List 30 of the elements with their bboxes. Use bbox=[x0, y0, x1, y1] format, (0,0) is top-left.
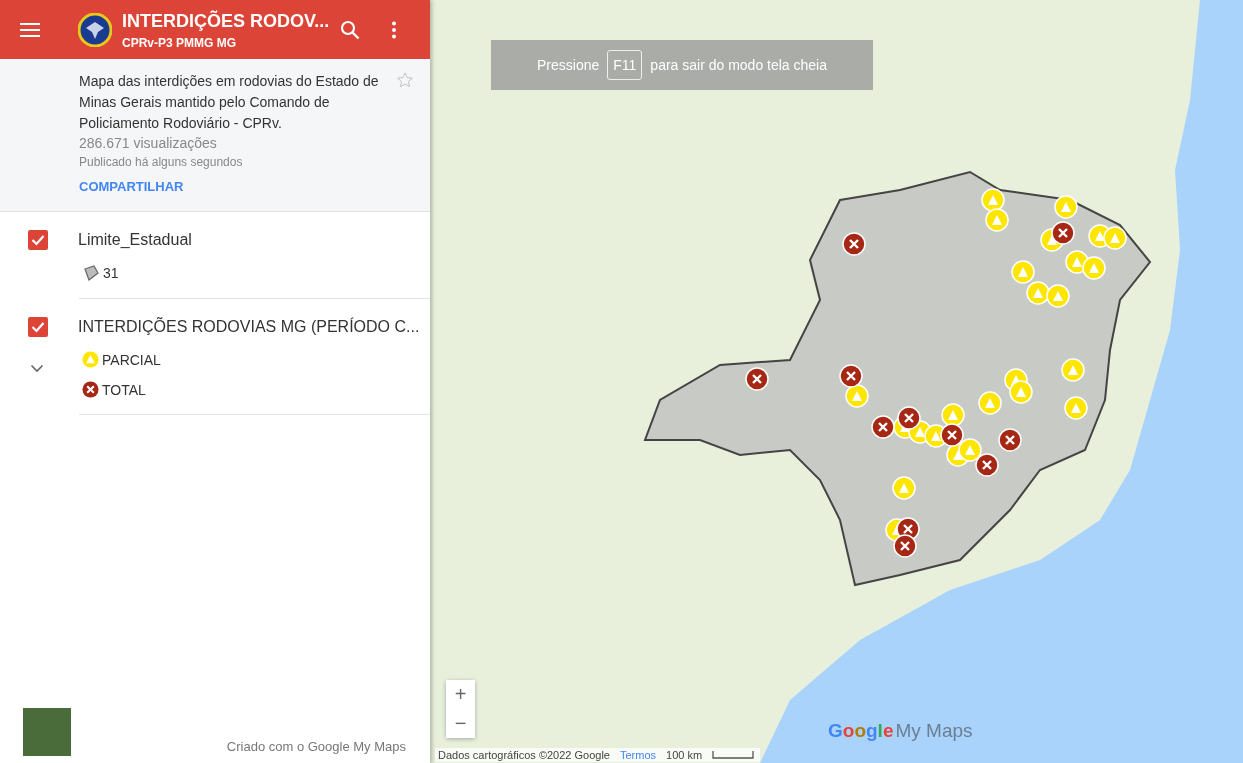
layer-name: Limite_Estadual bbox=[78, 231, 192, 249]
map-title: INTERDIÇÕES RODOV... bbox=[122, 9, 330, 33]
created-with-text: Criado com o Google My Maps bbox=[226, 739, 406, 754]
zoom-in-button[interactable]: + bbox=[446, 680, 475, 709]
layer-checkbox[interactable] bbox=[28, 230, 48, 250]
zoom-out-button[interactable]: − bbox=[446, 709, 475, 738]
cross-marker-icon bbox=[82, 381, 99, 398]
attribution-text: Dados cartográficos ©2022 Google bbox=[438, 749, 610, 761]
key-label: F11 bbox=[607, 50, 643, 80]
scale-label: 100 km bbox=[666, 749, 703, 761]
chevron-icon[interactable] bbox=[30, 364, 44, 373]
layer-checkbox[interactable] bbox=[28, 317, 48, 337]
legend-label: 31 bbox=[103, 265, 119, 281]
my-maps-logo: Google My Maps bbox=[828, 720, 973, 742]
share-link[interactable]: COMPARTILHAR bbox=[79, 179, 184, 194]
legend-label: TOTAL bbox=[102, 381, 146, 398]
layer-name: INTERDIÇÕES RODOVIAS MG (PERÍODO C... bbox=[78, 318, 420, 336]
warning-marker-icon bbox=[82, 351, 99, 368]
map-description: Mapa das interdições em rodovias do Estado de Minas Gerais mantido pelo Comando de Policiamento Rodoviário - CPRv. bbox=[79, 72, 380, 133]
polygon-icon bbox=[82, 264, 100, 282]
view-count: 286.671 visualizações bbox=[79, 135, 218, 151]
map-owner: CPRv-P3 PMMG MG bbox=[122, 36, 237, 50]
scale-bar-icon bbox=[712, 751, 755, 759]
satellite-thumbnail[interactable] bbox=[23, 708, 71, 756]
terms-link[interactable]: Termos bbox=[620, 749, 657, 761]
legend-label: PARCIAL bbox=[102, 351, 161, 368]
notice-text: Pressione bbox=[537, 57, 600, 73]
notice-text: para sair do modo tela cheia bbox=[650, 57, 827, 73]
emblem-icon bbox=[78, 12, 112, 47]
publish-time: Publicado há alguns segundos bbox=[79, 155, 244, 169]
